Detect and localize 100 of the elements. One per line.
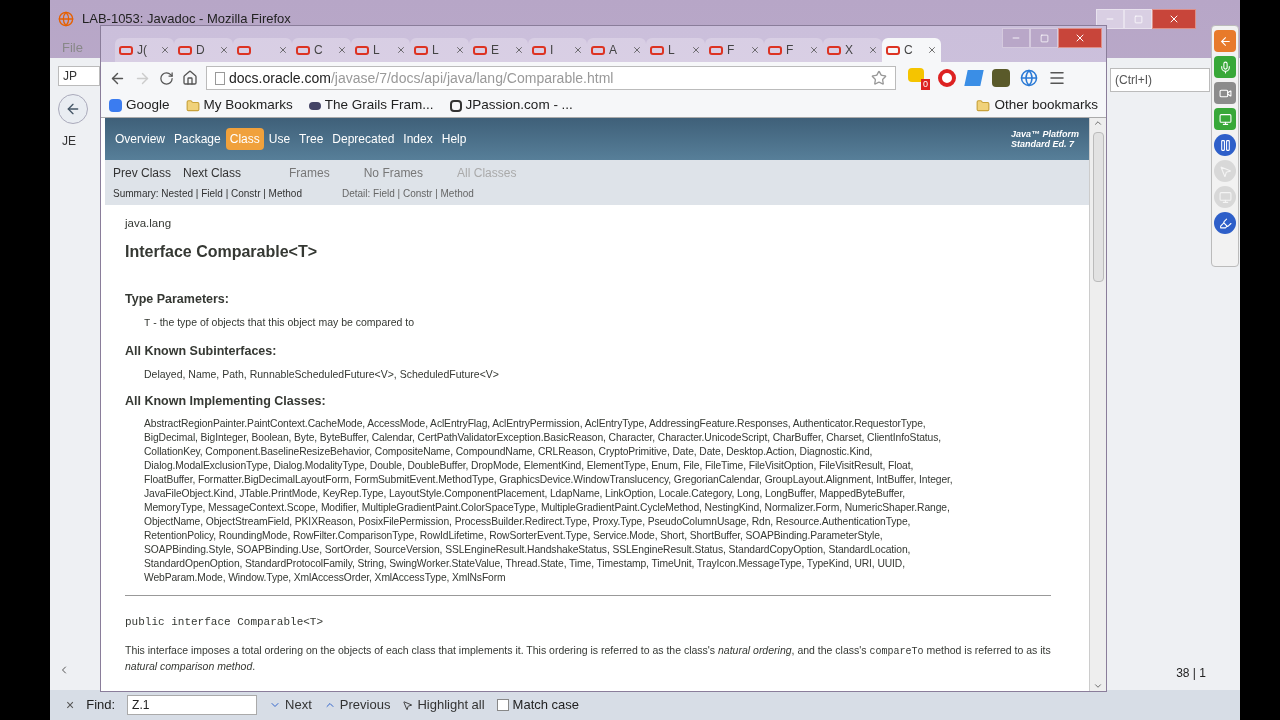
find-label: Find: [86, 696, 116, 715]
page-icon [215, 71, 225, 85]
bookmark[interactable]: The Grails Fram... [308, 95, 434, 116]
microphone-icon[interactable] [1214, 56, 1236, 78]
tab-title: A [609, 42, 618, 59]
detail-links: Detail: Field | Constr | Method [342, 187, 474, 201]
tab-title: F [727, 42, 736, 59]
browser-tab[interactable]: C [882, 38, 941, 62]
globe-icon[interactable] [1020, 69, 1038, 87]
close-tab-icon[interactable] [573, 45, 583, 55]
find-button[interactable]: Previous [323, 695, 391, 715]
bookmark[interactable]: My Bookmarks [185, 95, 293, 116]
maximize-icon [1133, 14, 1143, 24]
browser-tab[interactable]: A [587, 38, 646, 62]
close-button[interactable] [1058, 28, 1102, 48]
window-title: LAB-1053: Javadoc - Mozilla Firefox [82, 10, 291, 29]
badge: 0 [921, 79, 930, 90]
site-icon [650, 45, 664, 55]
close-find-button[interactable]: × [66, 694, 75, 716]
extension-icon[interactable] [992, 69, 1010, 87]
subnav-link[interactable]: Next Class [183, 164, 242, 182]
browser-tab[interactable]: D [174, 38, 233, 62]
site-icon [768, 45, 782, 55]
close-tab-icon[interactable] [809, 45, 819, 55]
close-tab-icon[interactable] [160, 45, 170, 55]
find-field[interactable]: Z.1 [127, 695, 258, 715]
nav-link[interactable]: Overview [111, 128, 169, 150]
browser-tab[interactable]: C [292, 38, 351, 62]
site-icon [827, 45, 841, 55]
site-icon [449, 99, 462, 112]
monitor-icon[interactable] [1214, 108, 1236, 130]
section-heading: All Known Subinterfaces: [125, 342, 278, 360]
browser-tab[interactable]: J( [115, 38, 174, 62]
browser-tab[interactable]: X [823, 38, 882, 62]
browser-tab[interactable]: E [469, 38, 528, 62]
tab[interactable]: JE [58, 132, 100, 150]
close-tab-icon[interactable] [927, 45, 937, 55]
subnav-link[interactable]: Frames [289, 164, 330, 182]
close-tab-icon[interactable] [337, 45, 347, 55]
scroll-down-icon[interactable] [1093, 681, 1103, 691]
scrollbar[interactable] [1089, 118, 1106, 691]
nav-link[interactable]: Deprecated [328, 128, 399, 150]
package-name: java.lang [125, 216, 173, 231]
description-paragraph: This interface imposes a total ordering on the objects of each class that implements it. This ordering is referred to as the class's natural ordering, and the class's compareTo method is referred to as its natural comparison method. [125, 642, 1052, 673]
scrollbar-thumb[interactable] [1092, 132, 1104, 282]
site-icon [709, 45, 723, 55]
pointer-icon [402, 699, 414, 711]
tab[interactable]: JP [58, 66, 100, 86]
menu-icon[interactable] [1048, 69, 1066, 87]
bookmark-star-icon[interactable] [871, 70, 887, 86]
site-icon [119, 45, 133, 55]
checkbox[interactable] [496, 699, 509, 711]
home-icon[interactable] [182, 70, 198, 86]
camera-icon[interactable] [1214, 82, 1236, 104]
browser-tab[interactable]: F [705, 38, 764, 62]
close-tab-icon[interactable] [278, 45, 288, 55]
minimize-button[interactable] [1096, 9, 1124, 29]
browser-tab[interactable]: L [646, 38, 705, 62]
browser-tab[interactable]: L [351, 38, 410, 62]
section-heading: All Known Implementing Classes: [125, 393, 327, 411]
site-icon [178, 45, 192, 55]
subnav-link[interactable]: Prev Class [113, 164, 171, 182]
reload-icon[interactable] [159, 70, 174, 86]
close-tab-icon[interactable] [691, 45, 701, 55]
subnav-link[interactable]: No Frames [363, 164, 424, 182]
bookmark[interactable]: Google [109, 95, 170, 116]
nav-link[interactable]: Use [264, 128, 295, 150]
bookmark[interactable]: Other bookmarks [976, 95, 1098, 116]
pause-icon[interactable] [1214, 134, 1236, 156]
back-button[interactable] [58, 94, 88, 124]
site-icon [591, 45, 605, 55]
close-tab-icon[interactable] [219, 45, 229, 55]
find-button[interactable]: Next [269, 695, 312, 715]
close-tab-icon[interactable] [750, 45, 760, 55]
address-bar[interactable]: docs.oracle.com/javase/7/docs/api/java/lang/Comparable.html [206, 66, 896, 90]
tab-title: F [786, 42, 795, 59]
nav-link[interactable]: Tree [295, 128, 328, 150]
site-icon [308, 101, 321, 110]
find-button[interactable]: Highlight all [402, 695, 485, 715]
parameter-description: T - the type of objects that this object may be compared to [144, 315, 416, 331]
close-tab-icon[interactable] [455, 45, 465, 55]
nav-link[interactable]: Help [437, 128, 471, 150]
bookmark[interactable]: JPassion.com - ... [449, 95, 573, 116]
nav-link[interactable]: Package [170, 128, 225, 150]
close-tab-icon[interactable] [632, 45, 642, 55]
folder-icon [976, 98, 991, 113]
close-tab-icon[interactable] [396, 45, 406, 55]
close-tab-icon[interactable] [514, 45, 524, 55]
scroll-up-icon[interactable] [1093, 118, 1103, 128]
folder-icon [185, 98, 200, 113]
highlighter-icon[interactable] [1214, 212, 1236, 234]
browser-tab[interactable]: L [410, 38, 469, 62]
close-tab-icon[interactable] [868, 45, 878, 55]
nav-link[interactable]: Index [399, 128, 437, 150]
extension-icon[interactable] [938, 69, 956, 87]
extension-icon[interactable] [964, 70, 984, 86]
browser-tab[interactable]: F [764, 38, 823, 62]
search-field[interactable]: (Ctrl+I) [1110, 68, 1210, 92]
browser-tab[interactable]: I [528, 38, 587, 62]
close-button[interactable] [1152, 9, 1196, 29]
